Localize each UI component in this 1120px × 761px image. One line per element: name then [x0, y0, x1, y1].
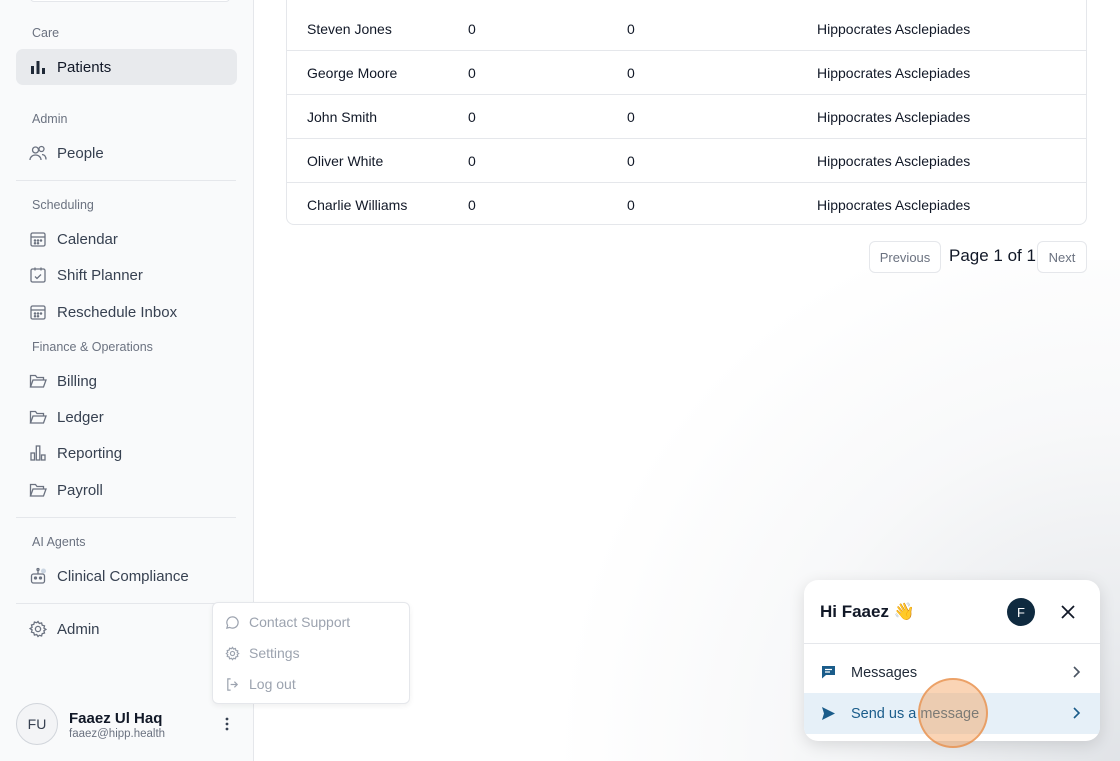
more-vertical-icon[interactable] [216, 713, 238, 735]
folder-open-icon [29, 372, 47, 390]
table-cell: Charlie Williams [307, 196, 408, 213]
gear-icon [29, 620, 47, 638]
bar-chart-outline-icon [29, 444, 47, 462]
sidebar-item-billing[interactable]: Billing [16, 363, 237, 399]
table-cell: Oliver White [307, 152, 384, 169]
table-cell: 0 [468, 20, 476, 37]
divider [804, 643, 1100, 644]
table-cell: Hippocrates Asclepiades [817, 108, 971, 125]
sidebar-item-people[interactable]: People [16, 135, 237, 171]
table-row[interactable]: Steven Jones 0 0 Hippocrates Asclepiades [287, 7, 1086, 51]
gear-icon [225, 645, 240, 661]
menu-item-label: Log out [249, 676, 296, 692]
sidebar-item-label: Patients [57, 58, 112, 76]
folder-open-icon [29, 408, 47, 426]
table-cell: George Moore [307, 64, 398, 81]
table-cell: 0 [468, 152, 476, 169]
log-out-icon [227, 677, 239, 691]
table-row[interactable]: George Moore 0 0 Hippocrates Asclepiades [287, 51, 1086, 95]
section-label-ai-agents: AI Agents [32, 535, 86, 549]
sidebar-item-admin[interactable]: Admin [16, 611, 237, 647]
patients-table: Steven Jones 0 0 Hippocrates Asclepiades… [286, 0, 1087, 225]
send-icon [820, 706, 836, 722]
user-name: Faaez Ul Haq [69, 710, 163, 727]
table-cell: Hippocrates Asclepiades [817, 20, 971, 37]
close-icon[interactable] [1056, 600, 1080, 624]
table-cell: 0 [627, 196, 635, 213]
table-cell: Hippocrates Asclepiades [817, 152, 971, 169]
chat-bubble-icon [226, 615, 239, 629]
sidebar-item-label: People [57, 144, 104, 162]
table-cell: 0 [627, 108, 635, 125]
section-label-scheduling: Scheduling [32, 198, 94, 212]
sidebar-item-label: Reschedule Inbox [57, 303, 178, 321]
sidebar-item-reschedule-inbox[interactable]: Reschedule Inbox [16, 294, 237, 330]
section-label-admin: Admin [32, 112, 68, 126]
user-menu-popup: Contact Support Settings Log out [212, 602, 410, 704]
previous-button[interactable]: Previous [869, 241, 941, 273]
sidebar-item-label: Reporting [57, 444, 123, 462]
divider [16, 180, 236, 181]
menu-item-label: Contact Support [249, 614, 351, 630]
table-cell: 0 [627, 152, 635, 169]
chevron-right-icon [1073, 666, 1081, 678]
settings-item[interactable]: Settings [225, 642, 300, 664]
section-label-finance: Finance & Operations [32, 340, 153, 354]
bar-chart-icon [29, 58, 47, 76]
table-cell: 0 [468, 196, 476, 213]
messages-label: Messages [851, 664, 918, 681]
chat-greeting: Hi Faaez 👋 [820, 602, 915, 621]
contact-support-item[interactable]: Contact Support [225, 611, 350, 633]
calendar-check-icon [29, 266, 47, 284]
sidebar-item-label: Calendar [57, 230, 118, 248]
table-row[interactable]: John Smith 0 0 Hippocrates Asclepiades [287, 95, 1086, 139]
sidebar-item-label: Payroll [57, 481, 103, 499]
table-cell: Hippocrates Asclepiades [817, 196, 971, 213]
user-email: faaez@hipp.health [69, 728, 166, 740]
sidebar-item-payroll[interactable]: Payroll [16, 472, 237, 508]
sidebar-item-shift-planner[interactable]: Shift Planner [16, 257, 237, 293]
divider [16, 517, 236, 518]
sidebar-item-patients[interactable]: Patients [16, 49, 237, 85]
robot-icon [29, 567, 47, 585]
calendar-icon [29, 230, 47, 248]
next-button[interactable]: Next [1037, 241, 1087, 273]
chevron-right-icon [1073, 707, 1081, 719]
sidebar-item-reporting[interactable]: Reporting [16, 435, 237, 471]
table-row[interactable]: Oliver White 0 0 Hippocrates Asclepiades [287, 139, 1086, 183]
table-cell: 0 [627, 64, 635, 81]
table-cell: 0 [468, 64, 476, 81]
agent-avatar: F [1007, 598, 1035, 626]
divider [16, 603, 236, 604]
section-label-care: Care [32, 26, 60, 40]
user-profile[interactable]: FU Faaez Ul Haq faaez@hipp.health [16, 703, 246, 745]
sidebar-item-calendar[interactable]: Calendar [16, 221, 237, 257]
avatar: FU [16, 703, 58, 745]
folder-open-icon [29, 481, 47, 499]
click-indicator [918, 678, 988, 748]
sidebar-item-label: Admin [57, 620, 100, 638]
sidebar-top-edge [30, 0, 230, 2]
table-cell: John Smith [307, 108, 378, 125]
sidebar-item-label: Shift Planner [57, 266, 143, 284]
table-cell: Hippocrates Asclepiades [817, 64, 971, 81]
sidebar-item-label: Billing [57, 372, 98, 390]
table-cell: 0 [468, 108, 476, 125]
calendar-icon [29, 303, 47, 321]
sidebar-item-label: Clinical Compliance [57, 567, 189, 585]
users-icon [29, 144, 47, 162]
sidebar-item-ledger[interactable]: Ledger [16, 399, 237, 435]
sidebar-item-label: Ledger [57, 408, 104, 426]
table-cell: Steven Jones [307, 20, 392, 37]
sidebar-item-clinical-compliance[interactable]: Clinical Compliance [16, 558, 237, 594]
page-indicator: Page 1 of 1 [949, 246, 1036, 265]
table-row[interactable]: Charlie Williams 0 0 Hippocrates Asclepi… [287, 183, 1086, 227]
table-cell: 0 [627, 20, 635, 37]
menu-item-label: Settings [249, 645, 300, 661]
log-out-item[interactable]: Log out [225, 673, 296, 695]
message-icon [820, 665, 836, 681]
